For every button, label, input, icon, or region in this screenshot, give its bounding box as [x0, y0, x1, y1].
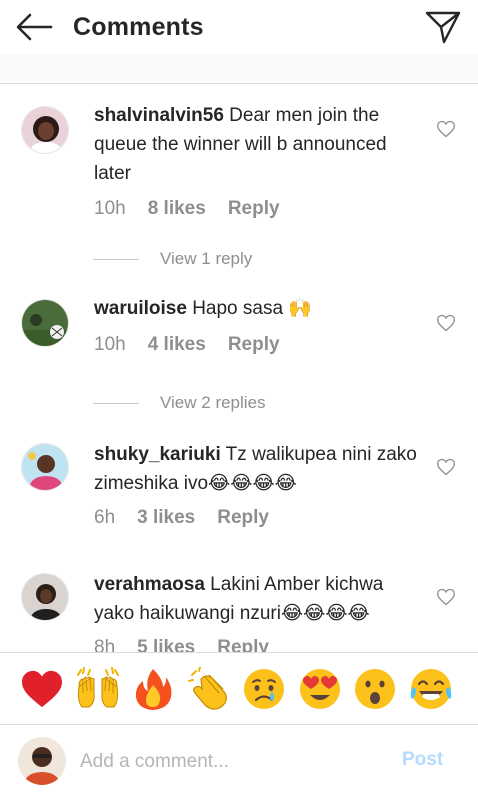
- comment-text: shalvinalvin56 Dear men join the queue t…: [94, 101, 424, 188]
- heart-emoji-button[interactable]: [18, 665, 66, 713]
- comment-time: 6h: [94, 507, 116, 528]
- replies-line: [93, 258, 139, 260]
- comment-body: Hapo sasa 🙌: [186, 298, 312, 319]
- comment-meta: 10h 4 likes Reply: [94, 334, 302, 356]
- reply-button[interactable]: Reply: [217, 637, 269, 652]
- view-replies-label: View 2 replies: [160, 393, 266, 412]
- raising-hands-emoji-button[interactable]: [74, 665, 122, 713]
- comment-meta: 10h 8 likes Reply: [94, 198, 302, 220]
- heart-outline-icon[interactable]: [436, 587, 456, 607]
- comment-list[interactable]: shalvinalvin56 Dear men join the queue t…: [0, 84, 478, 652]
- replies-line: [93, 402, 139, 404]
- reply-button[interactable]: Reply: [228, 334, 280, 356]
- quick-emoji-bar: [0, 652, 478, 724]
- likes-count[interactable]: 5 likes: [137, 637, 195, 652]
- view-replies-label: View 1 reply: [160, 249, 253, 268]
- heart-outline-icon[interactable]: [436, 313, 456, 333]
- surprised-face-emoji-button[interactable]: [351, 665, 399, 713]
- heart-outline-icon[interactable]: [436, 119, 456, 139]
- tears-of-joy-emoji-button[interactable]: [407, 665, 455, 713]
- comment-input[interactable]: [80, 747, 380, 777]
- back-button[interactable]: [14, 11, 54, 43]
- comment-username[interactable]: waruiloise: [94, 298, 187, 319]
- crying-face-emoji-button[interactable]: [240, 665, 288, 713]
- caption-strip: [0, 54, 478, 82]
- comment-text: verahmaosa Lakini Amber kichwa yako haik…: [94, 570, 424, 628]
- likes-count[interactable]: 3 likes: [137, 507, 195, 529]
- current-user-avatar: [18, 737, 66, 785]
- reply-button[interactable]: Reply: [217, 507, 269, 529]
- comment-username[interactable]: shuky_kariuki: [94, 444, 221, 465]
- reply-button[interactable]: Reply: [228, 198, 280, 220]
- fire-emoji-button[interactable]: [129, 665, 177, 713]
- comment-time: 10h: [94, 334, 126, 355]
- paper-plane-icon: [425, 11, 461, 44]
- view-replies-button[interactable]: View 1 reply: [93, 249, 252, 269]
- avatar[interactable]: [21, 443, 69, 491]
- comment-meta: 8h 5 likes Reply: [94, 637, 291, 652]
- view-replies-button[interactable]: View 2 replies: [93, 393, 266, 413]
- avatar[interactable]: [21, 106, 69, 154]
- arrow-left-icon: [16, 13, 53, 41]
- likes-count[interactable]: 4 likes: [148, 334, 206, 356]
- comment-composer: Post: [0, 724, 478, 797]
- page-title: Comments: [73, 13, 204, 41]
- clapping-hands-emoji-button[interactable]: [185, 665, 233, 713]
- likes-count[interactable]: 8 likes: [148, 198, 206, 220]
- avatar[interactable]: [21, 573, 69, 621]
- comment-meta: 6h 3 likes Reply: [94, 507, 291, 529]
- top-bar: Comments: [0, 0, 478, 54]
- comment-username[interactable]: shalvinalvin56: [94, 105, 224, 126]
- comment-username[interactable]: verahmaosa: [94, 574, 205, 595]
- share-button[interactable]: [424, 9, 462, 45]
- comment-time: 8h: [94, 637, 116, 652]
- comment-time: 10h: [94, 198, 126, 219]
- avatar[interactable]: [21, 299, 69, 347]
- heart-eyes-emoji-button[interactable]: [296, 665, 344, 713]
- heart-outline-icon[interactable]: [436, 457, 456, 477]
- comment-text: waruiloise Hapo sasa 🙌: [94, 294, 424, 323]
- post-button[interactable]: Post: [402, 749, 443, 771]
- comment-text: shuky_kariuki Tz walikupea nini zako zim…: [94, 440, 424, 498]
